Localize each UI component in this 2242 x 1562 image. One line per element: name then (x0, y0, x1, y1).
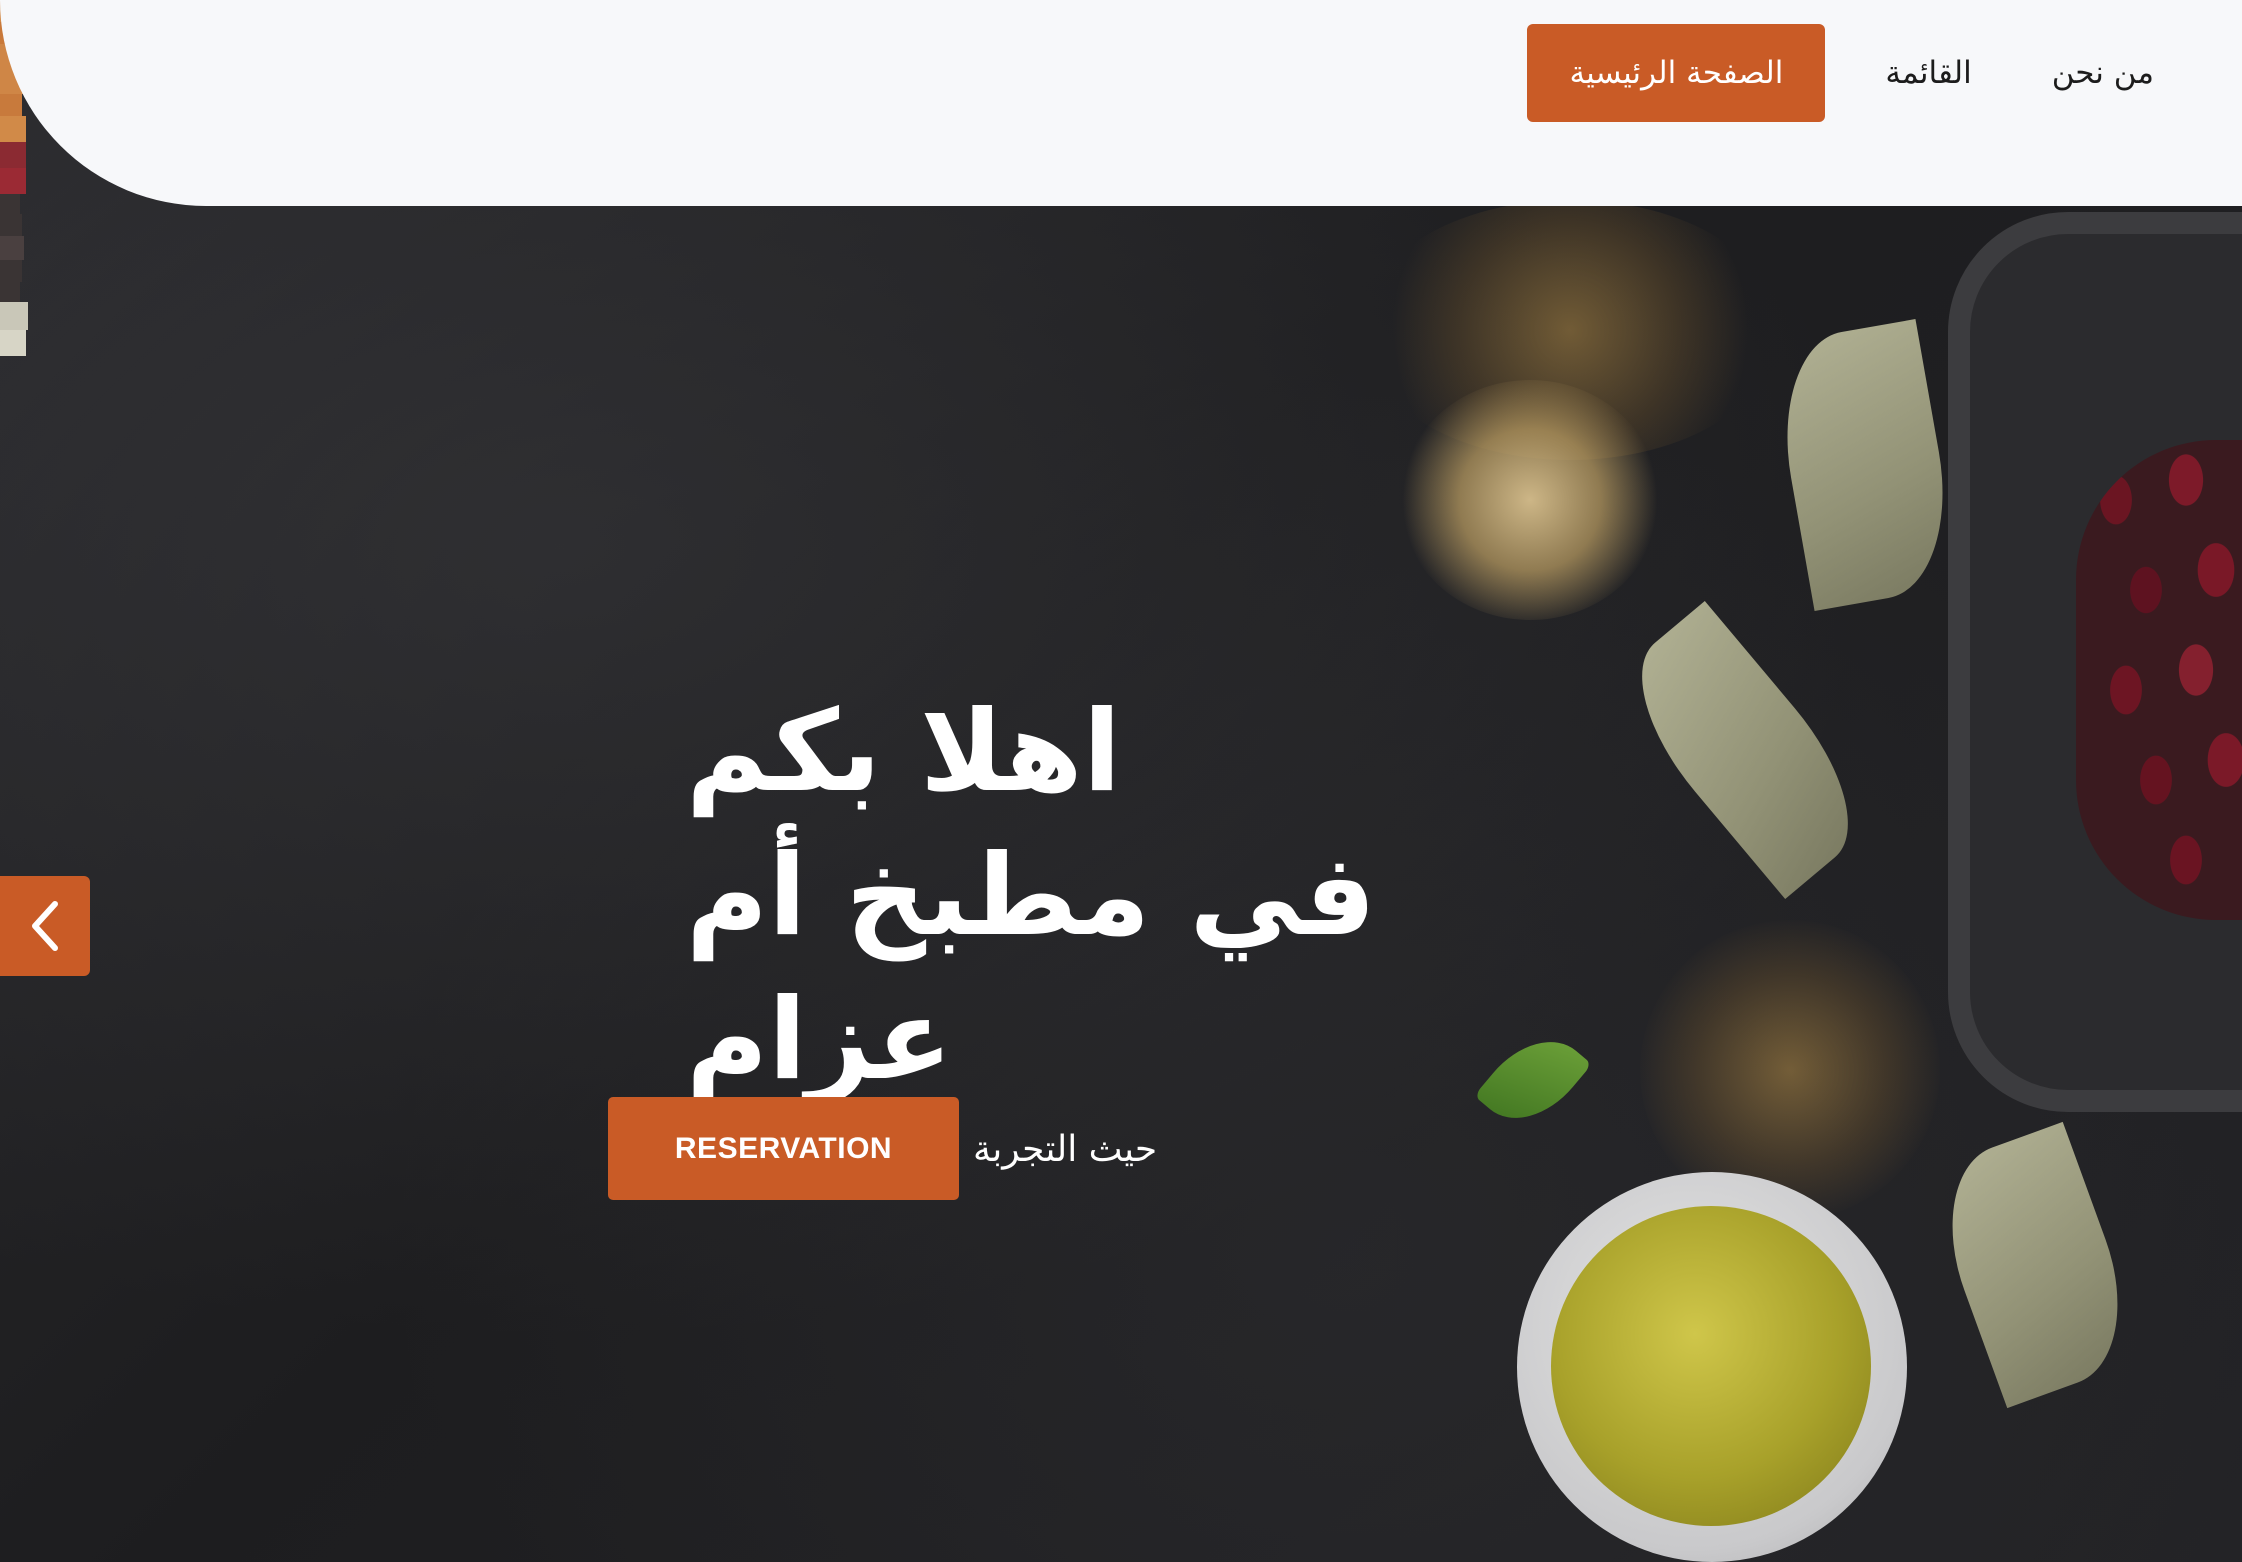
peppercorn (0, 236, 24, 260)
hero-title-line2: في مطبخ أم عزام (686, 831, 1376, 1105)
peppercorn (0, 194, 20, 214)
main-nav: الصفحة الرئيسية القائمة من نحن (1527, 24, 2174, 122)
hero-title: اهلا بكم في مطبخ أم عزام (686, 680, 1606, 1112)
nav-menu[interactable]: القائمة (1865, 24, 1991, 122)
bay-leaf (1605, 600, 1885, 900)
peppercorn (0, 260, 22, 282)
site-header: الصفحة الرئيسية القائمة من نحن (0, 0, 2242, 206)
peppercorn (0, 330, 26, 356)
olive-oil (1551, 1206, 1871, 1526)
peppercorn (0, 168, 26, 194)
page: الصفحة الرئيسية القائمة من نحن اهلا بكم … (0, 0, 2242, 1562)
peppercorn (0, 282, 20, 302)
hero-title-line1: اهلا بكم (686, 687, 1122, 817)
kidney-beans (2076, 440, 2242, 920)
spice-pile (1400, 380, 1660, 620)
peppercorn (0, 302, 28, 330)
bay-leaf (1767, 319, 1963, 611)
bay-leaf (1921, 1121, 2149, 1409)
reservation-button[interactable]: RESERVATION (608, 1097, 959, 1200)
peppercorn (0, 214, 22, 236)
peppercorn (0, 142, 26, 168)
carousel-prev-button[interactable] (0, 876, 90, 976)
chevron-left-icon (32, 901, 58, 951)
nav-home[interactable]: الصفحة الرئيسية (1527, 24, 1826, 122)
lentil (0, 94, 22, 116)
lentil (0, 116, 26, 142)
nav-about[interactable]: من نحن (2032, 24, 2174, 122)
